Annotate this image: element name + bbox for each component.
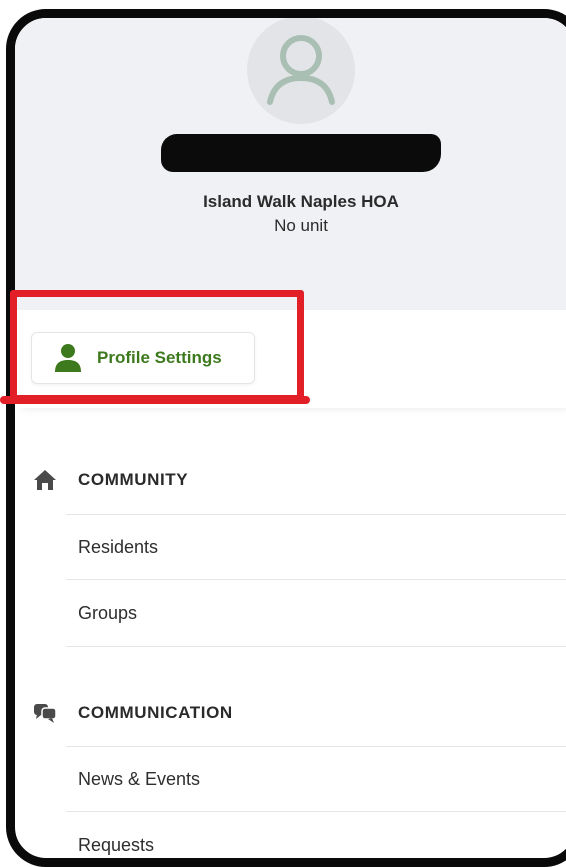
user-outline-icon (267, 35, 335, 105)
redacted-name (161, 134, 441, 172)
menu-item-label: Groups (78, 603, 138, 623)
menu-item-label: News & Events (78, 768, 201, 789)
menu-item-residents[interactable]: Residents (66, 514, 566, 580)
menu-item-requests[interactable]: Requests (66, 813, 566, 858)
menu-item-label: Requests (78, 835, 155, 855)
home-icon (34, 470, 56, 490)
profile-header: Island Walk Naples HOA No unit (15, 18, 566, 310)
section-community: COMMUNITY (15, 460, 566, 500)
device-frame: Island Walk Naples HOA No unit Profile S… (6, 9, 566, 867)
section-title-community: COMMUNITY (78, 470, 189, 489)
annotation-highlight-box (10, 290, 304, 402)
menu-item-groups[interactable]: Groups (66, 581, 566, 647)
chat-bubbles-icon (34, 704, 57, 723)
organization-name: Island Walk Naples HOA (203, 192, 399, 211)
avatar[interactable] (247, 18, 355, 124)
unit-label: No unit (274, 216, 328, 235)
menu-item-news-events[interactable]: News & Events (66, 746, 566, 812)
annotation-highlight-stroke (0, 396, 310, 404)
section-communication: COMMUNICATION (15, 693, 566, 733)
menu-item-label: Residents (78, 536, 159, 557)
section-title-communication: COMMUNICATION (78, 703, 233, 722)
